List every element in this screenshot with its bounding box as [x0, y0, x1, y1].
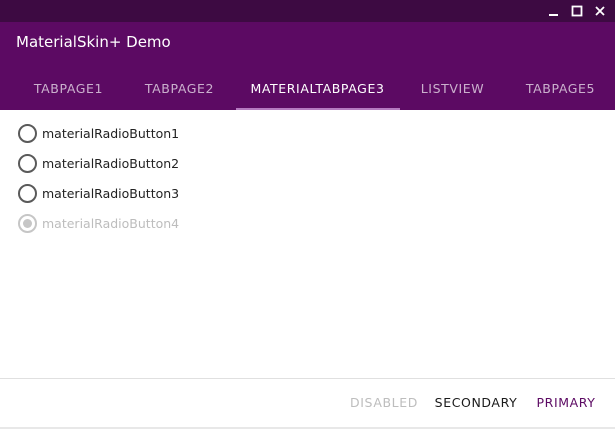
- secondary-button[interactable]: SECONDARY: [428, 379, 524, 426]
- tab-materialtabpage3[interactable]: MATERIALTABPAGE3: [236, 67, 399, 110]
- maximize-icon[interactable]: [570, 4, 584, 18]
- window-controls: [547, 0, 607, 22]
- radio-checked-disabled-icon: [18, 213, 37, 233]
- radio-label: materialRadioButton3: [42, 185, 180, 201]
- disabled-button: DISABLED: [350, 395, 418, 410]
- app-window: MaterialSkin+ Demo TABPAGE1 TABPAGE2 MAT…: [0, 0, 615, 429]
- tab-strip: TABPAGE1 TABPAGE2 MATERIALTABPAGE3 LISTV…: [0, 67, 615, 110]
- app-bar: MaterialSkin+ Demo TABPAGE1 TABPAGE2 MAT…: [0, 22, 615, 110]
- tab-tabpage1[interactable]: TABPAGE1: [14, 67, 123, 110]
- radio-unchecked-icon[interactable]: [18, 123, 37, 143]
- radio-unchecked-icon[interactable]: [18, 153, 37, 173]
- close-icon[interactable]: [593, 4, 607, 18]
- primary-button[interactable]: PRIMARY: [528, 379, 604, 426]
- app-title: MaterialSkin+ Demo: [16, 33, 171, 51]
- radio-label: materialRadioButton2: [42, 155, 180, 171]
- radio-unchecked-icon[interactable]: [18, 183, 37, 203]
- radio-button-2[interactable]: materialRadioButton2: [18, 152, 179, 174]
- radio-button-4: materialRadioButton4: [18, 212, 179, 234]
- radio-button-1[interactable]: materialRadioButton1: [18, 122, 179, 144]
- tab-listview[interactable]: LISTVIEW: [401, 67, 504, 110]
- window-titlebar[interactable]: [0, 0, 615, 22]
- radio-label: materialRadioButton1: [42, 125, 180, 141]
- tab-tabpage2[interactable]: TABPAGE2: [125, 67, 234, 110]
- radio-button-3[interactable]: materialRadioButton3: [18, 182, 179, 204]
- radio-label: materialRadioButton4: [42, 215, 180, 231]
- button-bar: DISABLED SECONDARY PRIMARY: [0, 379, 615, 429]
- tab-tabpage5[interactable]: TABPAGE5: [506, 67, 615, 110]
- tab-content-panel: materialRadioButton1 materialRadioButton…: [0, 110, 615, 378]
- minimize-icon[interactable]: [547, 4, 561, 18]
